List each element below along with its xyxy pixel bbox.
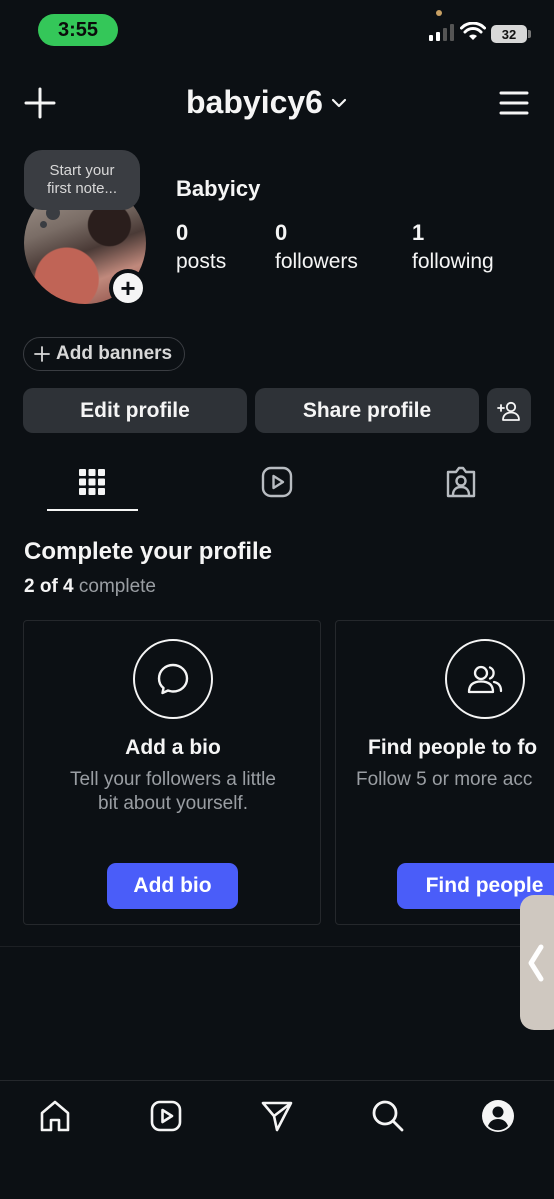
stat-value: 1: [412, 220, 425, 245]
note-text-line1: Start your: [49, 162, 115, 179]
stat-value: 0: [176, 220, 189, 245]
nav-messages[interactable]: [259, 1098, 295, 1134]
discover-people-button[interactable]: [487, 388, 531, 433]
add-story-button[interactable]: +: [109, 269, 147, 307]
reels-icon: [261, 466, 293, 498]
chevron-left-icon: [528, 944, 544, 982]
status-time: 3:55: [38, 14, 118, 46]
chat-bubble-icon: [157, 663, 189, 695]
messages-icon: [261, 1101, 293, 1132]
complete-profile-title: Complete your profile: [24, 538, 273, 565]
tagged-icon: [446, 466, 476, 498]
edit-profile-button[interactable]: Edit profile: [23, 388, 247, 433]
selected-tab-indicator: [47, 509, 138, 511]
battery-cap: [528, 30, 531, 38]
card-icon-ring: [445, 639, 525, 719]
wifi-icon: [460, 22, 486, 40]
search-icon: [372, 1100, 404, 1132]
nav-search[interactable]: [370, 1098, 406, 1134]
card-desc-line1: Tell your followers a little: [70, 769, 276, 790]
share-profile-button[interactable]: Share profile: [255, 388, 479, 433]
note-bubble-tail-small: [40, 221, 47, 228]
card-title: Add a bio: [125, 736, 221, 759]
add-person-icon: [497, 401, 520, 421]
profile-icon: [482, 1100, 514, 1132]
progress-word: complete: [78, 576, 157, 597]
stat-posts: 0 posts: [176, 220, 226, 274]
plus-icon: [34, 346, 50, 362]
card-desc-line1: Follow 5 or more acc: [356, 769, 533, 790]
complete-profile-progress: 2 of 4 complete: [24, 576, 156, 598]
card-icon-ring: [133, 639, 213, 719]
plus-icon: +: [113, 273, 143, 303]
card-desc-line2: bit about yourself.: [98, 793, 248, 814]
stat-followers[interactable]: 0 followers: [275, 220, 358, 274]
note-bubble[interactable]: Start your first note...: [24, 150, 140, 210]
card-clip: Find people to fo Follow 5 or more acc F…: [335, 620, 554, 926]
tab-posts-grid[interactable]: [72, 462, 112, 502]
stat-following[interactable]: 1 following: [412, 220, 494, 274]
card-title: Find people to fo: [368, 736, 538, 759]
username-title: babyicy6: [186, 84, 323, 120]
stat-label: following: [412, 250, 494, 273]
nav-reels[interactable]: [148, 1098, 184, 1134]
display-name: Babyicy: [176, 176, 261, 201]
chevron-down-icon: [331, 98, 347, 107]
progress-count: 2 of 4: [24, 576, 74, 597]
nav-home[interactable]: [37, 1098, 73, 1134]
nav-profile[interactable]: [480, 1098, 516, 1134]
reels-icon: [150, 1100, 182, 1132]
add-banners-label: Add banners: [56, 343, 173, 364]
add-banners-button[interactable]: Add banners: [23, 337, 186, 371]
create-plus-icon[interactable]: [24, 87, 56, 119]
card-find-people: Find people to fo Follow 5 or more acc F…: [335, 620, 554, 925]
battery-indicator: 32: [491, 25, 527, 43]
tab-tagged[interactable]: [441, 462, 481, 502]
people-icon: [467, 665, 503, 694]
grid-icon: [79, 469, 105, 495]
stat-label: followers: [275, 250, 358, 273]
note-text-line2: first note...: [46, 180, 118, 197]
add-bio-button[interactable]: Add bio: [107, 863, 238, 909]
stat-value: 0: [275, 220, 288, 245]
home-icon: [40, 1100, 70, 1132]
privacy-indicator-dot: [436, 10, 442, 16]
cellular-signal-icon: [429, 23, 454, 41]
stat-label: posts: [176, 250, 227, 273]
username-switcher[interactable]: babyicy6: [186, 84, 347, 121]
hamburger-menu-icon[interactable]: [499, 90, 529, 116]
tab-reels[interactable]: [257, 462, 297, 502]
card-add-bio: Add a bio Tell your followers a little b…: [23, 620, 321, 925]
section-divider: [0, 946, 554, 947]
